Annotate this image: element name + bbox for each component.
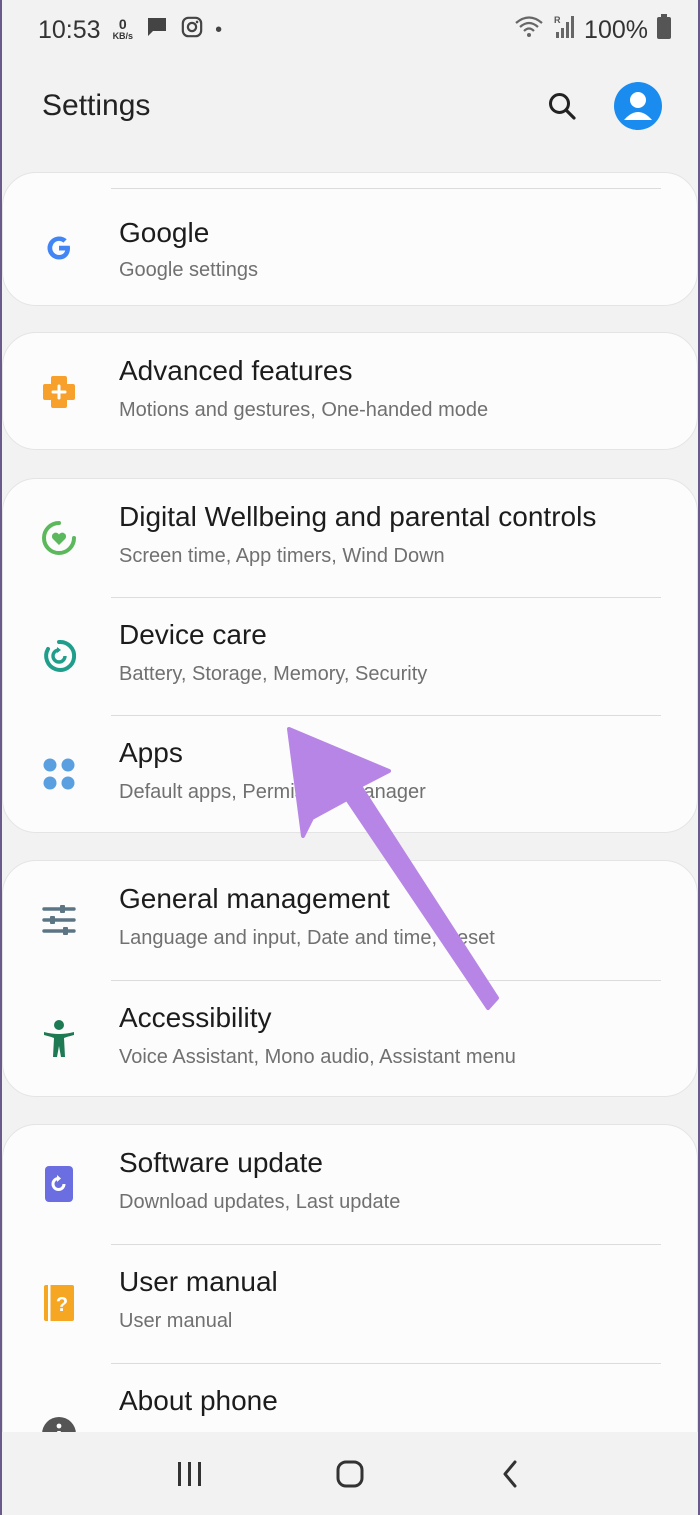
settings-item-software-update[interactable]: Software update Download updates, Last u… xyxy=(3,1125,699,1243)
google-icon xyxy=(39,228,79,268)
settings-item-apps[interactable]: Apps Default apps, Permission manager xyxy=(3,715,699,833)
settings-card-about: Software update Download updates, Last u… xyxy=(2,1124,698,1464)
settings-item-title: User manual xyxy=(119,1266,278,1297)
person-icon xyxy=(39,1019,79,1059)
settings-card-google: Google Google settings xyxy=(2,172,698,306)
settings-item-subtitle: Language and input, Date and time, Reset xyxy=(119,927,495,949)
settings-item-general-management[interactable]: General management Language and input, D… xyxy=(3,861,699,979)
settings-item-title: Digital Wellbeing and parental controls xyxy=(119,501,597,532)
svg-text:?: ? xyxy=(56,1294,68,1316)
settings-item-title: Accessibility xyxy=(119,1002,272,1033)
settings-item-title: Device care xyxy=(119,619,267,650)
network-speed: 0 KB/s xyxy=(112,16,134,41)
settings-item-digital-wellbeing[interactable]: Digital Wellbeing and parental controls … xyxy=(3,479,699,597)
settings-item-title: Advanced features xyxy=(119,355,353,386)
refresh-ring-icon xyxy=(39,636,79,676)
settings-item-subtitle: Voice Assistant, Mono audio, Assistant m… xyxy=(119,1046,516,1068)
update-icon xyxy=(39,1164,79,1204)
status-bar: 10:53 0 KB/s • R 100% xyxy=(0,0,700,60)
home-icon xyxy=(336,1460,364,1487)
settings-item-title: General management xyxy=(119,883,390,914)
notification-dot: • xyxy=(215,18,223,41)
page-title: Settings xyxy=(42,89,151,122)
account-avatar-button[interactable] xyxy=(614,82,662,130)
settings-item-google[interactable]: Google Google settings xyxy=(3,189,699,307)
settings-card-general: General management Language and input, D… xyxy=(2,860,698,1097)
manual-icon: ? xyxy=(39,1283,79,1323)
heart-ring-icon xyxy=(39,518,79,558)
puzzle-plus-icon xyxy=(39,372,79,412)
settings-item-advanced-features[interactable]: Advanced features Motions and gestures, … xyxy=(3,333,699,451)
search-button[interactable] xyxy=(538,82,586,130)
settings-item-subtitle: Screen time, App timers, Wind Down xyxy=(119,545,445,567)
settings-item-title: Apps xyxy=(119,737,183,768)
settings-item-subtitle: Google settings xyxy=(119,259,258,281)
battery-icon xyxy=(656,13,672,47)
settings-item-subtitle: Motions and gestures, One-handed mode xyxy=(119,399,489,421)
network-speed-unit: KB/s xyxy=(112,31,134,41)
message-icon xyxy=(145,15,169,46)
sliders-icon xyxy=(39,900,79,940)
settings-item-title: Google xyxy=(119,217,210,248)
settings-item-subtitle: Battery, Storage, Memory, Security xyxy=(119,663,428,685)
settings-item-device-care[interactable]: Device care Battery, Storage, Memory, Se… xyxy=(3,597,699,715)
settings-item-subtitle: User manual xyxy=(119,1310,233,1332)
signal-icon: R xyxy=(552,14,576,47)
settings-header: Settings xyxy=(0,66,700,146)
settings-item-user-manual[interactable]: ? User manual User manual xyxy=(3,1244,699,1362)
settings-item-title: Software update xyxy=(119,1147,323,1178)
settings-item-accessibility[interactable]: Accessibility Voice Assistant, Mono audi… xyxy=(3,980,699,1098)
navigation-bar xyxy=(0,1432,700,1515)
status-time: 10:53 xyxy=(38,15,101,44)
settings-card-advanced: Advanced features Motions and gestures, … xyxy=(2,332,698,450)
four-dots-icon xyxy=(39,754,79,794)
battery-percent: 100% xyxy=(584,15,648,44)
back-button[interactable] xyxy=(480,1444,540,1504)
back-icon xyxy=(503,1460,517,1487)
home-button[interactable] xyxy=(320,1444,380,1504)
settings-card-device: Digital Wellbeing and parental controls … xyxy=(2,478,698,833)
settings-item-title: About phone xyxy=(119,1385,278,1416)
account-icon xyxy=(624,92,652,120)
recents-icon xyxy=(178,1461,201,1486)
settings-item-subtitle: Download updates, Last update xyxy=(119,1191,401,1213)
instagram-icon xyxy=(181,16,203,45)
search-icon xyxy=(549,93,576,120)
svg-text:R: R xyxy=(554,15,561,25)
settings-item-subtitle: Default apps, Permission manager xyxy=(119,781,426,803)
network-speed-value: 0 xyxy=(118,16,127,32)
recents-button[interactable] xyxy=(160,1444,220,1504)
wifi-icon xyxy=(514,15,544,46)
